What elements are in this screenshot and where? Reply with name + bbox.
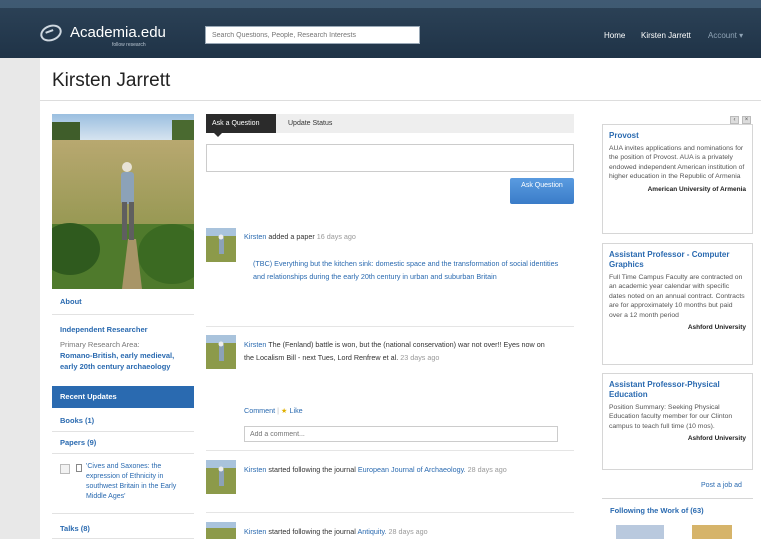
sidebar-item-books[interactable]: Books (1) [52, 410, 194, 432]
paper-list-item[interactable]: 'Cives and Saxones: the expression of Et… [52, 458, 194, 514]
logo-text: Academia.edu [70, 24, 166, 41]
job-ad-computer-graphics[interactable]: Assistant Professor - Computer Graphics … [602, 243, 753, 365]
ad-body: Position Summary: Seeking Physical Educa… [609, 404, 733, 430]
like-link[interactable]: Like [289, 406, 302, 415]
ad-organization: Ashford University [687, 435, 746, 443]
feed-follow-item: Kirsten started following the journal Eu… [244, 463, 554, 476]
search-input[interactable] [205, 26, 420, 44]
ad-body: Full Time Campus Faculty are contracted … [609, 274, 745, 319]
title-divider [40, 100, 761, 101]
feed-user-link[interactable]: Kirsten [244, 527, 266, 536]
feed-timestamp: 23 days ago [400, 353, 440, 362]
checkbox-icon[interactable] [60, 464, 70, 474]
feed-user-link[interactable]: Kirsten [244, 232, 266, 241]
following-panel: Following the Work of (63) [602, 498, 753, 539]
feed-follow-item: Kirsten started following the journal An… [244, 526, 554, 539]
tab-ask-question[interactable]: Ask a Question [206, 114, 276, 137]
avatar[interactable] [206, 228, 236, 262]
tab-update-status[interactable]: Update Status [288, 120, 332, 127]
sidebar-item-papers[interactable]: Papers (9) [52, 432, 194, 454]
talks-link[interactable]: Talks (8) [60, 524, 90, 533]
about-section[interactable]: About [52, 290, 194, 315]
papers-link[interactable]: Papers (9) [60, 438, 96, 447]
logo-tagline: follow research [112, 42, 146, 48]
job-ad-provost[interactable]: Provost AUA invites applications and nom… [602, 124, 753, 234]
journal-link[interactable]: European Journal of Archaeology. [358, 465, 466, 474]
avatar[interactable] [616, 525, 664, 539]
feed-user-link[interactable]: Kirsten [244, 340, 266, 349]
avatar[interactable] [206, 522, 236, 539]
feed-paper-link[interactable]: (TBC) Everything but the kitchen sink: d… [253, 257, 563, 283]
sidebar-item-recent-updates[interactable]: Recent Updates [52, 386, 194, 408]
logo[interactable]: Academia.edu [37, 21, 166, 44]
feed-divider [206, 326, 574, 327]
ad-prev-icon[interactable]: ‹ [730, 116, 739, 124]
research-area[interactable]: Romano-British, early medieval, early 20… [60, 350, 186, 372]
ask-question-button[interactable]: Ask Question [510, 178, 574, 204]
research-area-label: Primary Research Area: [60, 340, 140, 349]
avatar[interactable] [206, 460, 236, 494]
ad-title[interactable]: Assistant Professor-Physical Education [609, 380, 746, 400]
feed-user-link[interactable]: Kirsten [244, 465, 266, 474]
star-icon: ★ [281, 406, 288, 415]
following-label[interactable]: Following the Work of (63) [610, 506, 704, 515]
feed-divider [206, 450, 574, 451]
comment-input[interactable] [244, 426, 558, 442]
feed-action: started following the journal [266, 527, 358, 536]
feed-timestamp: 28 days ago [388, 527, 428, 536]
comment-link[interactable]: Comment [244, 406, 275, 415]
ad-body: AUA invites applications and nominations… [609, 145, 745, 181]
nav-profile[interactable]: Kirsten Jarrett [641, 31, 691, 40]
ad-title[interactable]: Provost [609, 131, 746, 141]
avatar[interactable] [206, 335, 236, 369]
browser-strip [0, 0, 761, 8]
feed-item-header: Kirsten added a paper 16 days ago [244, 231, 356, 243]
post-job-ad-link[interactable]: Post a job ad [701, 482, 742, 489]
page-title: Kirsten Jarrett [52, 70, 171, 91]
books-link[interactable]: Books (1) [60, 416, 94, 425]
nav-account[interactable]: Account ▾ [708, 31, 743, 40]
logo-icon [37, 21, 65, 44]
nav-home[interactable]: Home [604, 31, 625, 40]
position-label: Independent Researcher [60, 325, 148, 334]
feed-action: added a paper [266, 232, 317, 241]
job-ad-physical-education[interactable]: Assistant Professor-Physical Education P… [602, 373, 753, 470]
ad-organization: Ashford University [687, 324, 746, 332]
about-link[interactable]: About [60, 297, 82, 306]
feed-timestamp: 16 days ago [316, 232, 356, 241]
feed-status-text: Kirsten The (Fenland) battle is won, but… [244, 338, 554, 364]
feed-actions: Comment | ★ Like [244, 405, 303, 417]
feed-divider [206, 512, 574, 513]
avatar[interactable] [692, 525, 732, 539]
ad-organization: American University of Armenia [647, 185, 746, 193]
sidebar-item-talks[interactable]: Talks (8) [52, 518, 194, 539]
ad-close-icon[interactable]: × [742, 116, 751, 124]
status-message: The (Fenland) battle is won, but the (na… [244, 340, 545, 362]
profile-details: Independent Researcher Primary Research … [52, 324, 194, 372]
ad-title[interactable]: Assistant Professor - Computer Graphics [609, 250, 746, 270]
feed-action: started following the journal [266, 465, 358, 474]
feed-timestamp: 28 days ago [467, 465, 507, 474]
document-icon [76, 464, 82, 472]
journal-link[interactable]: Antiquity. [357, 527, 386, 536]
paper-title-link[interactable]: 'Cives and Saxones: the expression of Et… [86, 462, 190, 502]
question-input[interactable] [206, 144, 574, 172]
profile-photo[interactable] [52, 114, 194, 289]
